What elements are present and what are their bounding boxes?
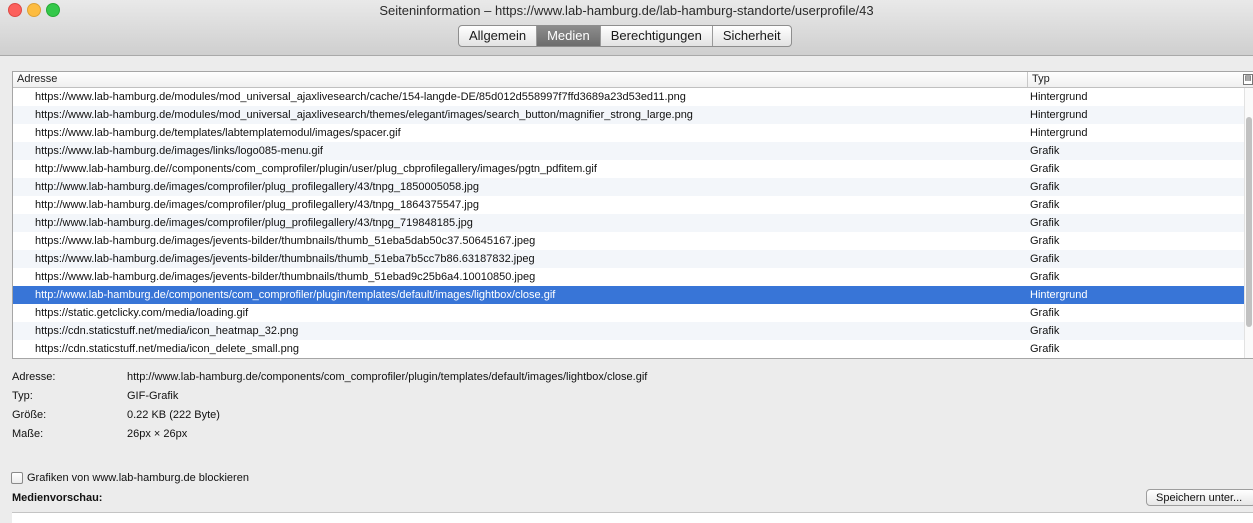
row-address: http://www.lab-hamburg.de/images/comprof… xyxy=(35,199,479,211)
row-address: https://www.lab-hamburg.de/modules/mod_u… xyxy=(35,109,693,121)
row-type: Grafik xyxy=(1030,217,1060,229)
tab-berechtigungen[interactable]: Berechtigungen xyxy=(601,26,713,46)
detail-size-value: 0.22 KB (222 Byte) xyxy=(127,409,220,421)
row-address: https://www.lab-hamburg.de/images/jevent… xyxy=(35,235,536,247)
detail-dimensions-value: 26px × 26px xyxy=(127,428,188,440)
row-address: https://www.lab-hamburg.de/modules/mod_u… xyxy=(35,91,686,103)
row-type: Grafik xyxy=(1030,181,1060,193)
tab-sicherheit[interactable]: Sicherheit xyxy=(713,26,791,46)
block-images-option[interactable]: Grafiken von www.lab-hamburg.de blockier… xyxy=(11,472,249,484)
detail-address-label: Adresse: xyxy=(12,371,56,383)
row-type: Hintergrund xyxy=(1030,289,1088,301)
table-row[interactable]: http://www.lab-hamburg.de/images/comprof… xyxy=(13,214,1253,232)
table-row[interactable]: http://www.lab-hamburg.de/components/com… xyxy=(13,286,1253,304)
table-header: Adresse Typ ▤ xyxy=(13,72,1253,88)
tab-bar: Allgemein Medien Berechtigungen Sicherhe… xyxy=(458,25,792,47)
detail-size-label: Größe: xyxy=(12,409,47,421)
media-preview-area xyxy=(12,512,1253,523)
table-row[interactable]: https://static.getclicky.com/media/loadi… xyxy=(13,304,1253,322)
block-images-checkbox[interactable] xyxy=(11,472,23,484)
detail-type-label: Typ: xyxy=(12,390,33,402)
table-row[interactable]: https://www.lab-hamburg.de/templates/lab… xyxy=(13,124,1253,142)
row-address: https://www.lab-hamburg.de/images/links/… xyxy=(35,145,323,157)
table-row[interactable]: https://www.lab-hamburg.de/images/jevent… xyxy=(13,268,1253,286)
row-address: https://cdn.staticstuff.net/media/icon_h… xyxy=(35,325,299,337)
table-row[interactable]: https://www.lab-hamburg.de/modules/mod_u… xyxy=(13,88,1253,106)
column-header-address[interactable]: Adresse xyxy=(17,72,57,87)
row-type: Grafik xyxy=(1030,271,1060,283)
scrollbar-thumb[interactable] xyxy=(1246,117,1252,327)
detail-dimensions-label: Maße: xyxy=(12,428,44,440)
table-row[interactable]: https://www.lab-hamburg.de/images/jevent… xyxy=(13,250,1253,268)
media-table[interactable]: Adresse Typ ▤ https://www.lab-hamburg.de… xyxy=(12,71,1253,359)
tab-medien[interactable]: Medien xyxy=(537,26,601,46)
row-address: http://www.lab-hamburg.de//components/co… xyxy=(35,163,597,175)
row-address: http://www.lab-hamburg.de/components/com… xyxy=(35,289,556,301)
column-picker-icon[interactable]: ▤ xyxy=(1243,74,1253,85)
window-title: Seiteninformation – https://www.lab-hamb… xyxy=(379,3,874,18)
column-header-type[interactable]: Typ xyxy=(1027,72,1050,87)
table-row[interactable]: https://www.lab-hamburg.de/images/jevent… xyxy=(13,232,1253,250)
table-body: https://www.lab-hamburg.de/modules/mod_u… xyxy=(13,88,1253,358)
row-type: Grafik xyxy=(1030,235,1060,247)
media-preview-label: Medienvorschau: xyxy=(12,492,103,504)
row-type: Grafik xyxy=(1030,163,1060,175)
detail-type-value: GIF-Grafik xyxy=(127,390,179,402)
detail-address-value: http://www.lab-hamburg.de/components/com… xyxy=(127,371,648,383)
row-address: https://www.lab-hamburg.de/images/jevent… xyxy=(35,253,535,265)
save-as-button[interactable]: Speichern unter... xyxy=(1146,489,1253,506)
table-row[interactable]: http://www.lab-hamburg.de/images/comprof… xyxy=(13,178,1253,196)
row-type: Hintergrund xyxy=(1030,109,1088,121)
row-type: Hintergrund xyxy=(1030,127,1088,139)
title-bar: Seiteninformation – https://www.lab-hamb… xyxy=(0,0,1253,56)
row-type: Grafik xyxy=(1030,199,1060,211)
row-type: Grafik xyxy=(1030,253,1060,265)
block-images-label[interactable]: Grafiken von www.lab-hamburg.de blockier… xyxy=(27,472,249,484)
row-address: http://www.lab-hamburg.de/images/comprof… xyxy=(35,181,479,193)
table-row[interactable]: https://cdn.staticstuff.net/media/icon_d… xyxy=(13,340,1253,358)
table-row[interactable]: http://www.lab-hamburg.de/images/comprof… xyxy=(13,196,1253,214)
row-type: Grafik xyxy=(1030,307,1060,319)
row-type: Grafik xyxy=(1030,325,1060,337)
row-type: Hintergrund xyxy=(1030,91,1088,103)
vertical-scrollbar[interactable] xyxy=(1244,88,1253,358)
row-type: Grafik xyxy=(1030,343,1060,355)
row-address: https://static.getclicky.com/media/loadi… xyxy=(35,307,249,319)
table-row[interactable]: https://www.lab-hamburg.de/images/links/… xyxy=(13,142,1253,160)
row-address: https://www.lab-hamburg.de/images/jevent… xyxy=(35,271,536,283)
row-type: Grafik xyxy=(1030,145,1060,157)
table-row[interactable]: https://cdn.staticstuff.net/media/icon_h… xyxy=(13,322,1253,340)
row-address: http://www.lab-hamburg.de/images/comprof… xyxy=(35,217,473,229)
table-row[interactable]: http://www.lab-hamburg.de//components/co… xyxy=(13,160,1253,178)
row-address: https://www.lab-hamburg.de/templates/lab… xyxy=(35,127,401,139)
row-address: https://cdn.staticstuff.net/media/icon_d… xyxy=(35,343,299,355)
table-row[interactable]: https://www.lab-hamburg.de/modules/mod_u… xyxy=(13,106,1253,124)
tab-allgemein[interactable]: Allgemein xyxy=(459,26,538,46)
